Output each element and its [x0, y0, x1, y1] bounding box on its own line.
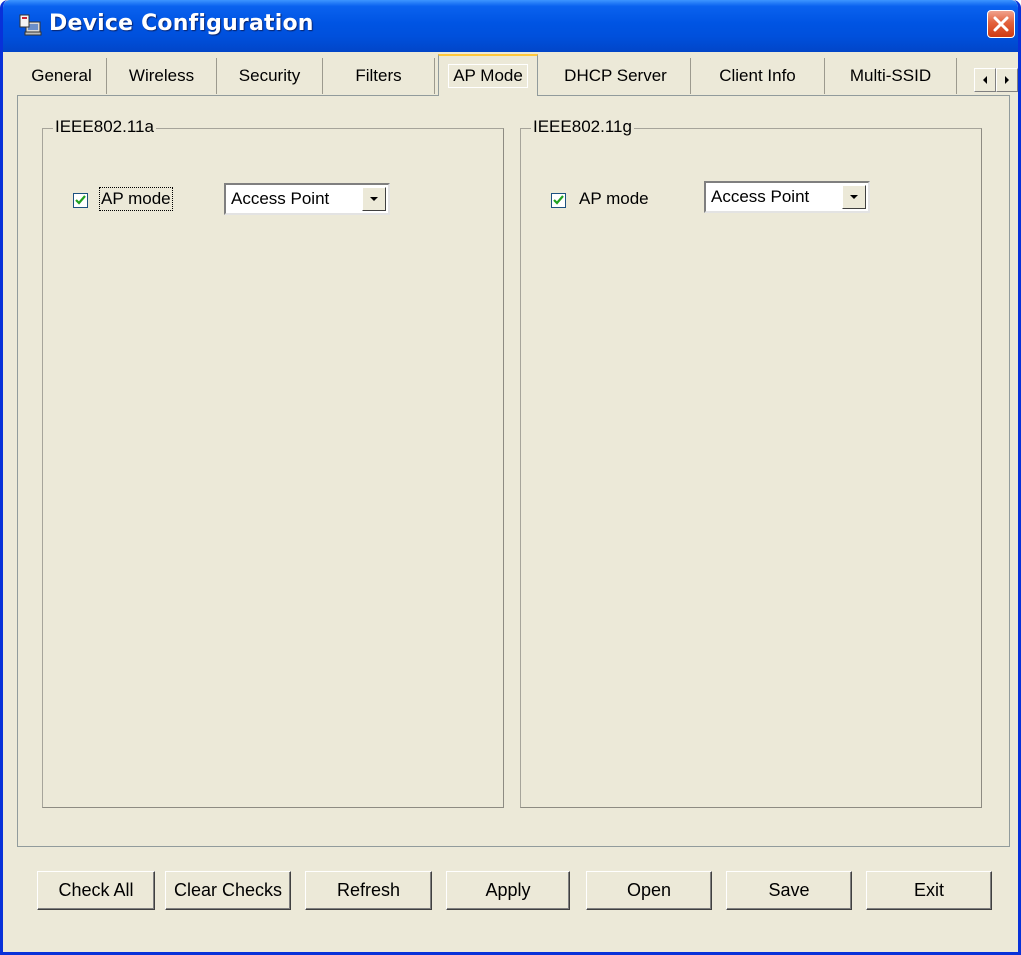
tab-scroll-left-button[interactable] — [974, 68, 996, 92]
ap-mode-label-a[interactable]: AP mode — [99, 187, 173, 211]
group-title-ieee80211a: IEEE802.11a — [53, 117, 156, 137]
tab-multi-ssid[interactable]: Multi-SSID — [825, 58, 957, 94]
mode-select-g-dropdown-button[interactable] — [842, 185, 866, 209]
clear-checks-button[interactable]: Clear Checks — [165, 871, 291, 910]
checkmark-icon — [553, 195, 564, 205]
group-title-ieee80211g: IEEE802.11g — [531, 117, 634, 137]
app-icon — [19, 14, 42, 36]
dropdown-arrow-icon — [850, 195, 858, 199]
tab-scroll-arrows — [974, 68, 1018, 92]
mode-select-a-dropdown-button[interactable] — [362, 187, 386, 211]
tab-wireless[interactable]: Wireless — [107, 58, 217, 94]
ap-mode-checkbox-g[interactable] — [551, 193, 566, 208]
window-title: Device Configuration — [49, 11, 314, 36]
mode-select-a[interactable]: Access Point — [224, 183, 390, 215]
tab-scroll-right-button[interactable] — [996, 68, 1018, 92]
save-button[interactable]: Save — [726, 871, 852, 910]
checkmark-icon — [75, 195, 86, 205]
tab-dhcp-server[interactable]: DHCP Server — [541, 58, 691, 94]
arrow-left-icon — [983, 76, 987, 84]
tab-filters[interactable]: Filters — [323, 58, 435, 94]
group-ieee80211g: IEEE802.11g AP mode Access Point — [520, 117, 982, 808]
close-button[interactable] — [987, 10, 1015, 38]
refresh-button[interactable]: Refresh — [305, 871, 432, 910]
tab-ap-mode[interactable]: AP Mode — [438, 54, 538, 96]
ap-mode-checkbox-a[interactable] — [73, 193, 88, 208]
close-icon — [993, 16, 1009, 32]
ap-mode-panel: IEEE802.11a AP mode Access Point IEEE802… — [17, 95, 1010, 847]
device-configuration-window: Device Configuration General Wireless Se… — [0, 0, 1021, 955]
tab-strip: General Wireless Security Filters AP Mod… — [17, 52, 1018, 96]
tab-client-info[interactable]: Client Info — [691, 58, 825, 94]
mode-select-a-value: Access Point — [231, 189, 330, 208]
apply-button[interactable]: Apply — [446, 871, 570, 910]
ap-mode-label-g[interactable]: AP mode — [579, 189, 649, 209]
mode-select-g-value: Access Point — [711, 187, 810, 206]
dropdown-arrow-icon — [370, 197, 378, 201]
tab-security[interactable]: Security — [217, 58, 323, 94]
open-button[interactable]: Open — [586, 871, 712, 910]
mode-select-g[interactable]: Access Point — [704, 181, 870, 213]
check-all-button[interactable]: Check All — [37, 871, 155, 910]
arrow-right-icon — [1005, 76, 1009, 84]
group-ieee80211a: IEEE802.11a AP mode Access Point — [42, 117, 504, 808]
title-bar[interactable]: Device Configuration — [3, 0, 1018, 52]
exit-button[interactable]: Exit — [866, 871, 992, 910]
tab-general[interactable]: General — [17, 58, 107, 94]
